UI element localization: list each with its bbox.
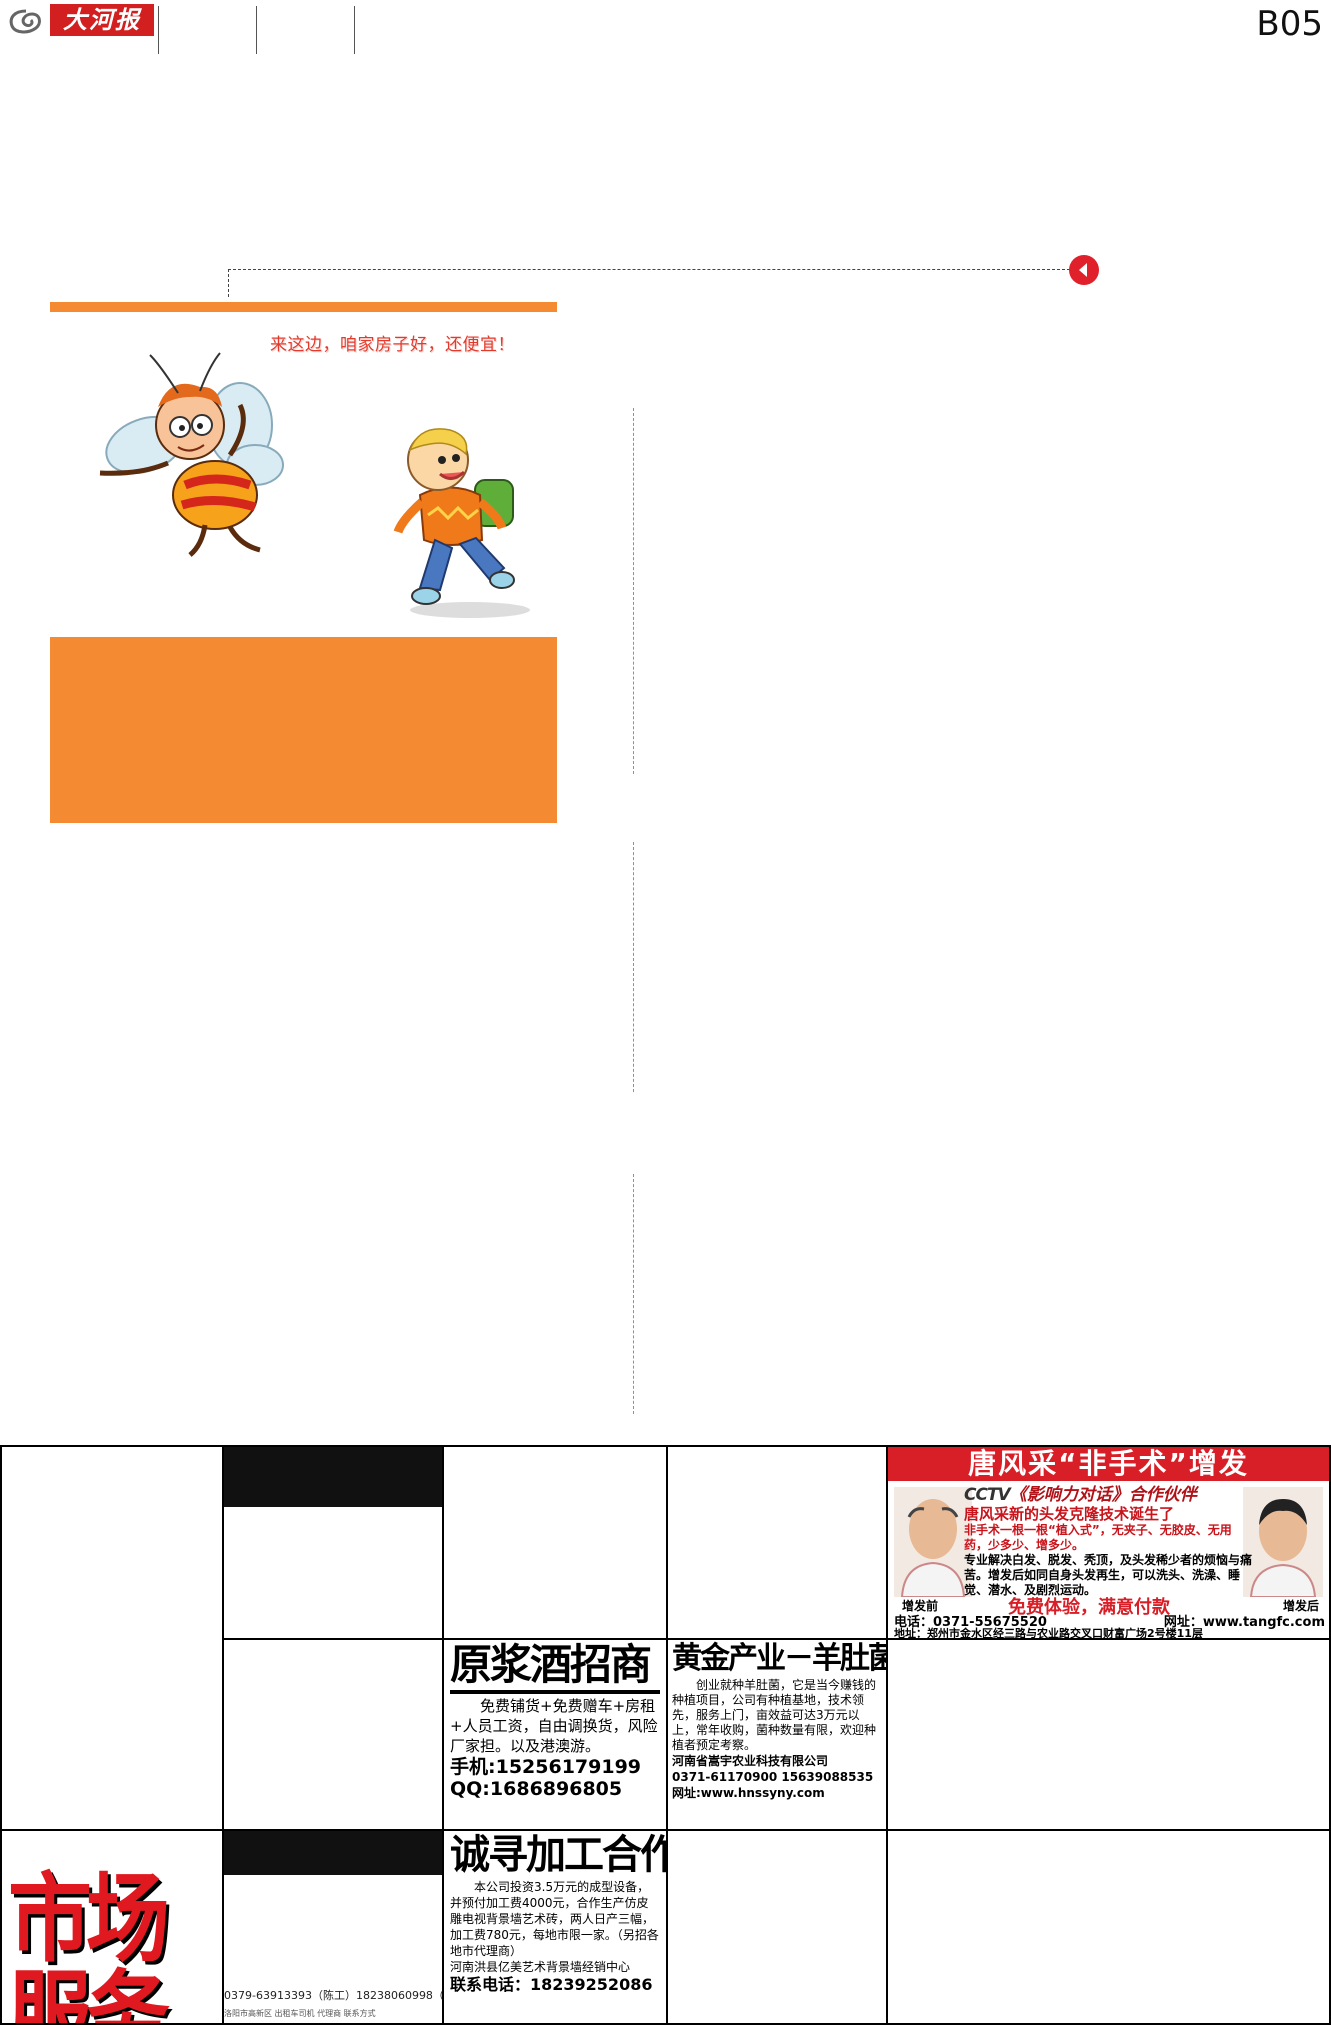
ad-cell-empty [886,1829,1331,2025]
ad-address-strip: 洛阳市高新区 出租车司机 代理商 联系方式 [224,2009,376,2018]
tang-hair-ad: 唐风采“非手术”增发 CCTV《影响力对话》合作伙伴 唐风采新的头发克隆技术诞生… [886,1445,1331,1640]
ad-cell-empty [442,1445,668,1640]
tang-ad-body-2: 专业解决白发、脱发、秃顶，及头发稀少者的烦恼与痛苦。增发后如同自身头发再生，可以… [964,1553,1253,1597]
column-divider [633,408,634,774]
wine-ad-title: 原浆酒招商 [450,1644,660,1686]
tang-ad-title: 唐风采“非手术”增发 [888,1447,1329,1481]
mushroom-ad-body: 创业就种羊肚菌，它是当今赚钱的种植项目，公司有种植基地，技术领先，服务上门，亩效… [672,1678,877,1752]
mushroom-ad-web: 网址:www.hnssyny.com [672,1786,825,1800]
processing-ad: 诚寻加工合作 本公司投资3.5万元的成型设备，并预付加工费4000元，合作生产仿… [442,1829,668,2025]
ad-black-band [224,1831,442,1875]
ad-cell-black: 0379-63913393（陈工）18238060998（周经理） 洛阳市高新区… [222,1829,444,2025]
ad-cell-empty [0,1445,224,1831]
column-divider [633,842,634,1092]
header-divider [354,6,355,54]
wine-ad-body: 免费铺货+免费赠车+房租+人员工资，自由调换货，风险厂家担。以及港澳游。 [450,1697,658,1755]
market-service-cell: 市场服务 [0,1829,224,2025]
tang-ad-subtitle: 唐风采新的头发克隆技术诞生了 [964,1505,1175,1523]
processing-ad-company: 河南洪县亿美艺术背景墙经销中心 [450,1960,631,1974]
tang-ad-body-1: 非手术一根一根“植入式”，无夹子、无胶皮、无用药，少多少、增多少。 [964,1523,1232,1552]
tang-ad-content: CCTV《影响力对话》合作伙伴 唐风采新的头发克隆技术诞生了 非手术一根一根“植… [964,1485,1254,1598]
pointer-line-drop [228,269,229,297]
column-divider [633,1174,634,1414]
before-photo-portrait [894,1487,972,1597]
mushroom-ad-phone: 0371-61170900 15639088535 [672,1770,874,1784]
tang-ad-program: 《影响力对话》合作伙伴 [1009,1485,1197,1505]
ad-phone-strip: 0379-63913393（陈工）18238060998（周经理） [224,1989,442,2002]
bee-cartoon-illustration [99,352,284,557]
orange-content-box [50,637,557,823]
newspaper-logo: 大河报 [50,4,154,36]
logo-swirl-icon [9,9,41,34]
ad-cell-empty [886,1638,1331,1831]
boy-cartoon-illustration [393,428,530,618]
mushroom-ad: 黄金产业－羊肚菌 创业就种羊肚菌，它是当今赚钱的种植项目，公司有种植基地，技术领… [666,1638,888,1831]
header-divider [256,6,257,54]
cctv-logo: CCTV [964,1485,1011,1505]
market-service-title: 市场服务 [8,1862,170,2025]
mushroom-ad-title: 黄金产业－羊肚菌 [672,1641,888,1676]
classified-ads-grid: 市场服务 0379-63913393（陈工）18238060998（周经理） 洛… [0,1445,1331,2025]
pointer-line [228,269,1070,270]
processing-ad-body: 本公司投资3.5万元的成型设备，并预付加工费4000元，合作生产仿皮雕电视背景墙… [450,1880,659,1958]
ad-cell-empty [222,1638,444,1831]
page-number: B05 [1256,4,1323,44]
wine-ad-phone: 手机:15256179199 [450,1756,642,1778]
speech-bubble-text: 来这边，咱家房子好，还便宜！ [270,335,515,355]
wine-ad: 原浆酒招商 免费铺货+免费赠车+房租+人员工资，自由调换货，风险厂家担。以及港澳… [442,1638,668,1831]
processing-ad-title: 诚寻加工合作 [450,1832,668,1878]
arrow-left-icon [1069,255,1099,285]
ad-black-band [224,1447,442,1507]
ad-cell-empty [666,1445,888,1640]
after-photo-portrait [1243,1487,1323,1597]
wine-ad-rule [450,1690,660,1694]
ad-cell-empty [666,1829,888,2025]
wine-ad-qq: QQ:1686896805 [450,1778,623,1800]
orange-header-bar [50,302,557,312]
mushroom-ad-company: 河南省嵩宇农业科技有限公司 [672,1754,829,1768]
tang-ad-cctv-line: CCTV《影响力对话》合作伙伴 [964,1485,1254,1505]
processing-ad-phone: 联系电话：18239252086 [450,1975,653,1994]
header-divider [158,6,159,54]
ad-cell-black [222,1445,444,1640]
